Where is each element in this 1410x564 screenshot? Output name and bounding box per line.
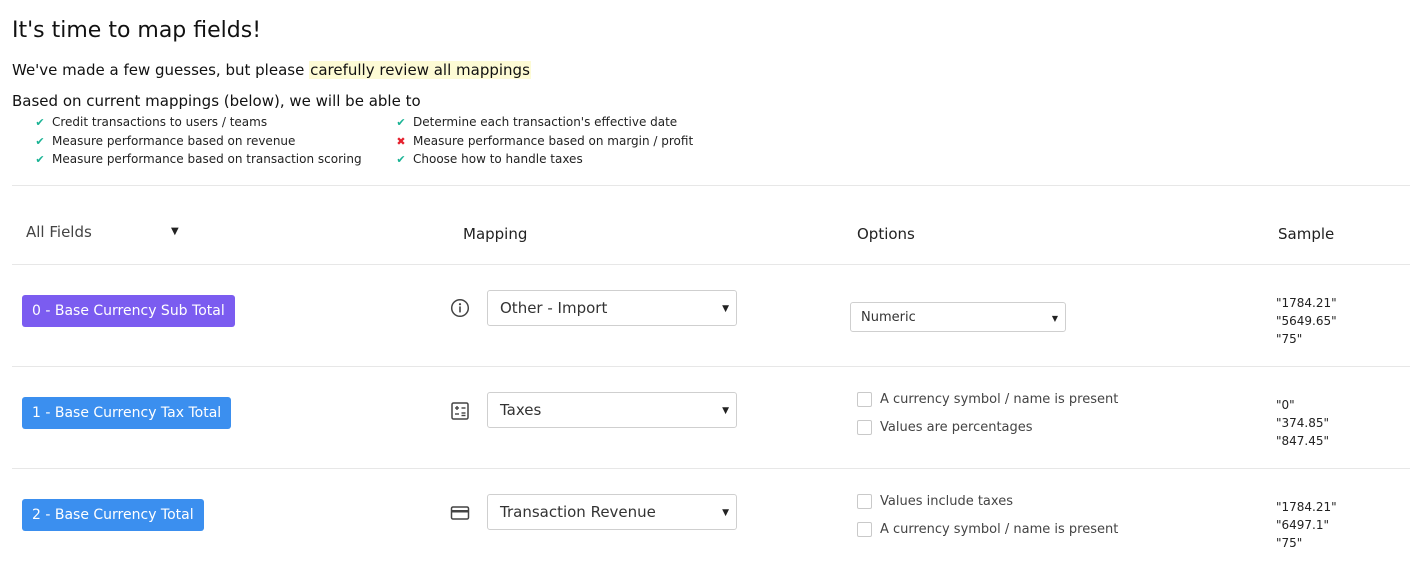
divider — [12, 468, 1410, 469]
checkbox-label: Values include taxes — [880, 494, 1013, 509]
column-header-sample: Sample — [1278, 225, 1335, 243]
review-notice-highlight: carefully review all mappings — [309, 61, 531, 79]
divider — [12, 185, 1410, 186]
mapping-select[interactable]: Other - Import ▼ — [487, 290, 737, 326]
sample-values: "1784.21" "5649.65" "75" — [1276, 294, 1337, 348]
caret-down-icon: ▼ — [722, 304, 729, 314]
capability-item: ✖ Measure performance based on margin / p… — [396, 134, 694, 148]
mapping-select[interactable]: Transaction Revenue ▼ — [487, 494, 737, 530]
calculator-icon — [449, 400, 471, 422]
mapping-select-value: Other - Import — [500, 299, 608, 317]
sample-value: "6497.1" — [1276, 518, 1330, 532]
sample-value: "0" — [1276, 398, 1295, 412]
check-icon: ✔ — [35, 115, 45, 129]
mapping-select[interactable]: Taxes ▼ — [487, 392, 737, 428]
field-chip: 1 - Base Currency Tax Total — [22, 397, 232, 429]
capability-item: ✔ Measure performance based on revenue — [35, 134, 296, 148]
option-type-select-value: Numeric — [861, 309, 916, 325]
checkbox-label: A currency symbol / name is present — [880, 392, 1119, 407]
capability-item: ✔ Determine each transaction's effective … — [396, 115, 678, 129]
capability-item: ✔ Choose how to handle taxes — [396, 152, 583, 166]
mapping-select-value: Transaction Revenue — [500, 503, 656, 521]
field-chip: 0 - Base Currency Sub Total — [22, 295, 235, 327]
checkbox-label: Values are percentages — [880, 420, 1033, 435]
cross-icon: ✖ — [396, 134, 406, 148]
checkbox[interactable] — [857, 420, 872, 435]
column-header-mapping: Mapping — [463, 225, 528, 243]
caret-down-icon[interactable]: ▼ — [171, 226, 179, 237]
check-icon: ✔ — [396, 152, 406, 166]
check-icon: ✔ — [35, 134, 45, 148]
checkbox[interactable] — [857, 392, 872, 407]
sample-value: "1784.21" — [1276, 296, 1337, 310]
caret-down-icon: ▼ — [722, 406, 729, 416]
checkbox[interactable] — [857, 494, 872, 509]
mapping-select-value: Taxes — [500, 401, 542, 419]
capability-item: ✔ Measure performance based on transactio… — [35, 152, 362, 166]
credit-card-icon — [449, 502, 471, 524]
caret-down-icon: ▼ — [1051, 314, 1058, 323]
page-title: It's time to map fields! — [12, 18, 262, 43]
sample-value: "5649.65" — [1276, 314, 1337, 328]
option-checkbox[interactable]: A currency symbol / name is present — [857, 522, 1118, 537]
option-type-select[interactable]: Numeric ▼ — [850, 302, 1066, 332]
sample-value: "1784.21" — [1276, 500, 1337, 514]
sample-value: "75" — [1276, 536, 1303, 550]
field-chip: 2 - Base Currency Total — [22, 499, 204, 531]
column-header-options: Options — [857, 225, 915, 243]
option-checkbox[interactable]: Values are percentages — [857, 420, 1033, 435]
review-notice-prefix: We've made a few guesses, but please — [12, 61, 310, 79]
check-icon: ✔ — [35, 152, 45, 166]
option-checkbox[interactable]: A currency symbol / name is present — [857, 392, 1118, 407]
caret-down-icon: ▼ — [722, 508, 729, 518]
info-circle-icon[interactable] — [449, 297, 471, 319]
divider — [12, 264, 1410, 265]
sample-values: "0" "374.85" "847.45" — [1276, 396, 1329, 450]
review-notice: We've made a few guesses, but please car… — [12, 61, 531, 79]
sample-value: "847.45" — [1276, 434, 1330, 448]
capability-item: ✔ Credit transactions to users / teams — [35, 115, 268, 129]
field-filter-dropdown[interactable]: All Fields — [26, 223, 92, 241]
sample-value: "75" — [1276, 332, 1303, 346]
checkbox-label: A currency symbol / name is present — [880, 522, 1119, 537]
checkbox[interactable] — [857, 522, 872, 537]
sample-value: "374.85" — [1276, 416, 1330, 430]
sample-values: "1784.21" "6497.1" "75" — [1276, 498, 1337, 552]
check-icon: ✔ — [396, 115, 406, 129]
option-checkbox[interactable]: Values include taxes — [857, 494, 1013, 509]
capabilities-heading: Based on current mappings (below), we wi… — [12, 92, 421, 110]
divider — [12, 366, 1410, 367]
